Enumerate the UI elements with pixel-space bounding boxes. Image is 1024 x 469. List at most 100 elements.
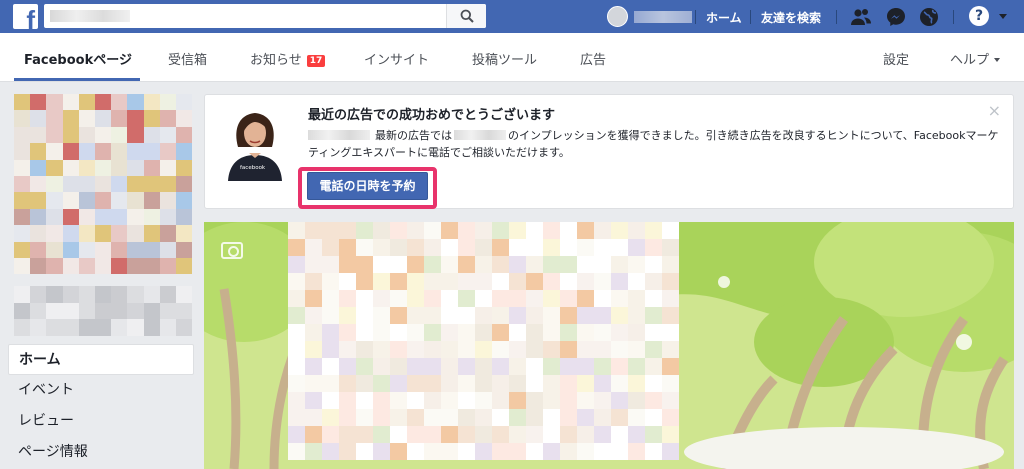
- globe-icon[interactable]: [918, 6, 940, 28]
- sidebar-item-reviews[interactable]: レビュー: [8, 406, 194, 437]
- blur-tile: [78, 241, 95, 258]
- blur-tile: [46, 225, 63, 242]
- blur-tile: [475, 239, 492, 256]
- sidebar-item-page-info[interactable]: ページ情報: [8, 437, 194, 468]
- page-name-blurred: [14, 286, 193, 336]
- blur-tile: [441, 392, 458, 409]
- tab-publishing-tools[interactable]: 投稿ツール: [472, 49, 537, 68]
- blur-tile: [509, 324, 526, 341]
- blur-tile: [30, 94, 47, 111]
- search-button[interactable]: [446, 4, 486, 28]
- tab-insights[interactable]: インサイト: [364, 49, 429, 68]
- blur-tile: [594, 239, 611, 256]
- page-navigation: Facebookページ 受信箱 お知らせ 17 インサイト 投稿ツール 広告 設定…: [0, 33, 1024, 82]
- messenger-icon[interactable]: [885, 6, 907, 28]
- blur-tile: [424, 256, 441, 273]
- tab-notifications[interactable]: お知らせ 17: [250, 49, 326, 68]
- blur-tile: [322, 307, 339, 324]
- blur-tile: [407, 392, 424, 409]
- schedule-call-button[interactable]: 電話の日時を予約: [307, 172, 428, 200]
- blur-tile: [577, 290, 594, 307]
- blur-tile: [407, 307, 424, 324]
- settings-link[interactable]: 設定: [883, 49, 909, 68]
- tab-ads[interactable]: 広告: [580, 49, 606, 68]
- blur-tile: [322, 239, 339, 256]
- help-menu[interactable]: ヘルプ: [950, 49, 1001, 68]
- blur-tile: [492, 409, 509, 426]
- blur-tile: [175, 319, 193, 336]
- blur-tile: [78, 126, 95, 144]
- home-link[interactable]: ホーム: [706, 9, 742, 26]
- blur-tile: [175, 208, 192, 226]
- blur-tile: [339, 307, 356, 324]
- blur-tile: [62, 175, 79, 193]
- blur-tile: [305, 239, 322, 256]
- tab-facebook-page[interactable]: Facebookページ: [24, 49, 132, 68]
- blur-tile: [458, 358, 475, 375]
- friends-icon[interactable]: [850, 6, 872, 28]
- blur-tile: [424, 341, 441, 358]
- blur-tile: [424, 222, 441, 239]
- blur-tile: [339, 426, 356, 443]
- blur-tile: [560, 239, 577, 256]
- blur-tile: [441, 307, 458, 324]
- blur-tile: [662, 409, 679, 426]
- sidebar-item-events[interactable]: イベント: [8, 375, 194, 406]
- blur-tile: [424, 409, 441, 426]
- facebook-logo-icon[interactable]: f: [13, 4, 38, 29]
- blur-tile: [475, 290, 492, 307]
- tab-inbox[interactable]: 受信箱: [168, 49, 207, 68]
- blur-tile: [94, 159, 112, 176]
- blur-tile: [628, 358, 645, 375]
- blur-tile: [14, 208, 31, 226]
- blur-tile: [645, 324, 662, 341]
- blur-tile: [475, 409, 492, 426]
- blur-tile: [424, 358, 441, 375]
- sidebar-item-home[interactable]: ホーム: [8, 344, 194, 375]
- blur-tile: [143, 192, 160, 209]
- blur-tile: [577, 341, 594, 358]
- blur-tile: [339, 273, 356, 290]
- blur-tile: [305, 375, 322, 392]
- blur-tile: [339, 239, 356, 256]
- blur-tile: [611, 341, 628, 358]
- chevron-down-icon: [994, 58, 1001, 62]
- blur-tile: [611, 256, 628, 273]
- blur-tile: [543, 375, 560, 392]
- profile-picture-blurred[interactable]: [14, 94, 192, 274]
- blur-tile: [577, 256, 594, 273]
- account-menu-chevron-down-icon[interactable]: [999, 14, 1007, 19]
- search-input[interactable]: [44, 4, 486, 28]
- blur-tile: [159, 126, 176, 144]
- blur-tile: [30, 192, 47, 209]
- blur-tile: [492, 307, 509, 324]
- camera-icon[interactable]: [221, 242, 243, 259]
- blur-tile: [159, 302, 176, 320]
- blur-tile: [288, 273, 305, 290]
- blur-tile: [322, 443, 339, 460]
- search-query-blurred: [50, 10, 130, 22]
- blur-tile: [159, 175, 176, 193]
- close-icon[interactable]: ×: [988, 101, 1001, 120]
- blur-tile: [611, 324, 628, 341]
- blur-tile: [662, 426, 679, 443]
- blur-tile: [159, 286, 176, 303]
- blur-tile: [94, 175, 112, 193]
- blur-tile: [594, 290, 611, 307]
- blur-tile: [78, 225, 95, 242]
- find-friends-link[interactable]: 友達を検索: [761, 9, 821, 26]
- profile-link[interactable]: [607, 6, 692, 27]
- blur-tile: [111, 126, 128, 144]
- blur-tile: [305, 256, 322, 273]
- blur-tile: [288, 409, 305, 426]
- blur-tile: [543, 307, 560, 324]
- blur-tile: [322, 222, 339, 239]
- blur-tile: [611, 239, 628, 256]
- blur-tile: [339, 256, 356, 273]
- blur-tile: [458, 239, 475, 256]
- cover-content-blurred: [288, 222, 679, 460]
- blur-tile: [30, 175, 47, 193]
- cover-photo[interactable]: [204, 222, 1014, 469]
- help-icon[interactable]: ?: [969, 6, 989, 26]
- blur-tile: [628, 375, 645, 392]
